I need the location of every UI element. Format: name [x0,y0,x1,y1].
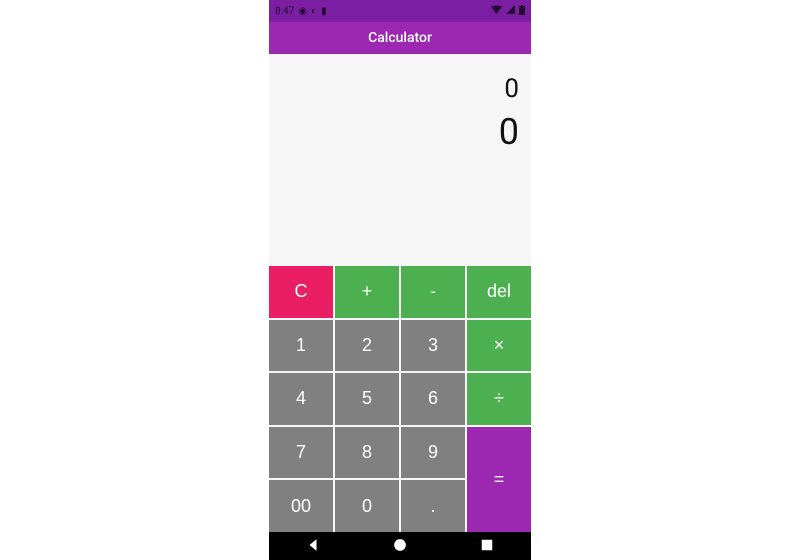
notification-icon: ◐ [311,6,317,17]
expression-display: 0 [504,74,519,105]
divide-button[interactable]: ÷ [467,373,531,425]
signal-icon [506,5,515,17]
digit-3-button[interactable]: 3 [401,320,465,372]
notification-card-icon: ▮ [321,6,327,17]
app-title: Calculator [368,30,432,46]
app-bar: Calculator [269,22,531,54]
digit-5-button[interactable]: 5 [335,373,399,425]
battery-icon [519,5,525,18]
digit-2-button[interactable]: 2 [335,320,399,372]
wifi-icon [491,5,502,17]
decimal-button[interactable]: . [401,480,465,532]
digit-8-button[interactable]: 8 [335,427,399,479]
digit-7-button[interactable]: 7 [269,427,333,479]
display-area: 0 0 [269,54,531,266]
digit-6-button[interactable]: 6 [401,373,465,425]
status-time: 8:47 [275,6,294,17]
delete-button[interactable]: del [467,266,531,318]
phone-frame: 8:47 ◉ ◐ ▮ Calculator 0 0 C + - del 1 2 [269,0,531,560]
nav-recent-button[interactable] [480,537,494,556]
minus-button[interactable]: - [401,266,465,318]
digit-00-button[interactable]: 00 [269,480,333,532]
navigation-bar [269,532,531,560]
nav-back-button[interactable] [306,537,320,556]
digit-4-button[interactable]: 4 [269,373,333,425]
result-display: 0 [499,111,519,154]
status-bar: 8:47 ◉ ◐ ▮ [269,0,531,22]
digit-0-button[interactable]: 0 [335,480,399,532]
clear-button[interactable]: C [269,266,333,318]
keypad: C + - del 1 2 3 × 4 5 6 ÷ 7 8 9 = 00 0 . [269,266,531,532]
equals-button[interactable]: = [467,427,531,532]
digit-9-button[interactable]: 9 [401,427,465,479]
multiply-button[interactable]: × [467,320,531,372]
plus-button[interactable]: + [335,266,399,318]
nav-home-button[interactable] [393,537,407,556]
notification-dot-icon: ◉ [298,6,307,17]
digit-1-button[interactable]: 1 [269,320,333,372]
